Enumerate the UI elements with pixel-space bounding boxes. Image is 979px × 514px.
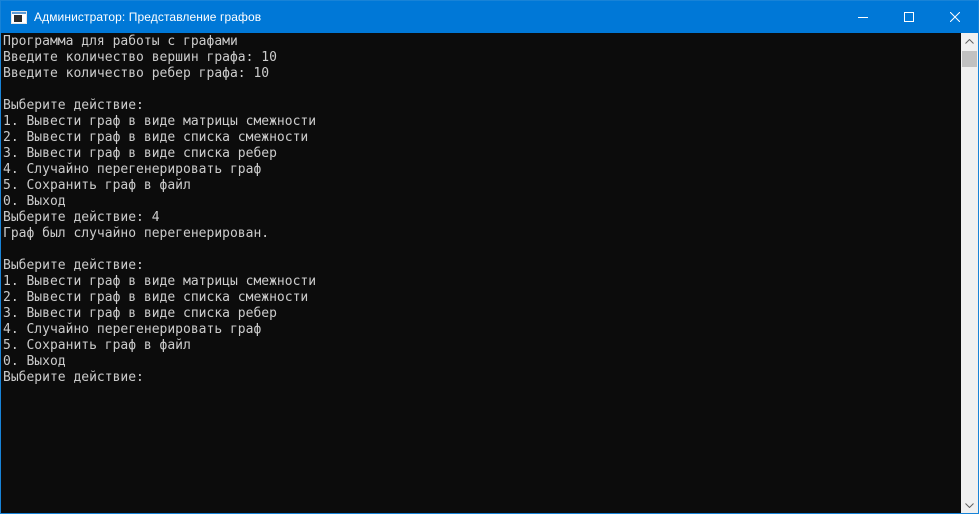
console-line: 3. Вывести граф в виде списка ребер — [3, 146, 277, 161]
chevron-down-icon — [965, 503, 974, 508]
console-line: 3. Вывести граф в виде списка ребер — [3, 306, 277, 321]
console-line: 5. Сохранить граф в файл — [3, 338, 191, 353]
console-line: Выберите действие: 4 — [3, 210, 160, 225]
console-line: 1. Вывести граф в виде матрицы смежности — [3, 274, 317, 289]
console-line: Выберите действие: — [3, 258, 144, 273]
console-line: 2. Вывести граф в виде списка смежности — [3, 130, 309, 145]
console-line: 0. Выход — [3, 354, 66, 369]
console-line: Выберите действие: — [3, 370, 144, 385]
console-output[interactable]: Программа для работы с графами Введите ко… — [3, 34, 961, 513]
console-line: 4. Случайно перегенерировать граф — [3, 322, 262, 337]
maximize-button[interactable] — [886, 1, 932, 33]
console-line: Программа для работы с графами — [3, 34, 238, 49]
console-line: Введите количество вершин графа: 10 — [3, 50, 277, 65]
window-controls — [840, 1, 978, 33]
console-line: Введите количество ребер графа: 10 — [3, 66, 270, 81]
console-line: 0. Выход — [3, 194, 66, 209]
console-line: 1. Вывести граф в виде матрицы смежности — [3, 114, 317, 129]
console-app-icon[interactable] — [11, 10, 27, 24]
chevron-up-icon — [965, 39, 974, 44]
window-title: Администратор: Представление графов — [34, 10, 262, 24]
app-icon-screen — [14, 14, 22, 22]
console-line: 2. Вывести граф в виде списка смежности — [3, 290, 309, 305]
scroll-up-button[interactable] — [961, 33, 978, 50]
app-icon-bar — [12, 11, 26, 14]
minimize-icon — [858, 17, 868, 18]
console-line: 5. Сохранить граф в файл — [3, 178, 191, 193]
close-button[interactable] — [932, 1, 978, 33]
console-line: Граф был случайно перегенерирован. — [3, 226, 270, 241]
scrollbar-thumb[interactable] — [962, 51, 977, 67]
scroll-down-button[interactable] — [961, 497, 978, 513]
close-icon — [950, 12, 960, 22]
console-window: Администратор: Представление графов Прог… — [0, 0, 979, 514]
vertical-scrollbar[interactable] — [961, 33, 978, 513]
minimize-button[interactable] — [840, 1, 886, 33]
console-line: Выберите действие: — [3, 98, 144, 113]
title-bar[interactable]: Администратор: Представление графов — [1, 1, 978, 33]
maximize-icon — [904, 12, 914, 22]
console-line: 4. Случайно перегенерировать граф — [3, 162, 262, 177]
